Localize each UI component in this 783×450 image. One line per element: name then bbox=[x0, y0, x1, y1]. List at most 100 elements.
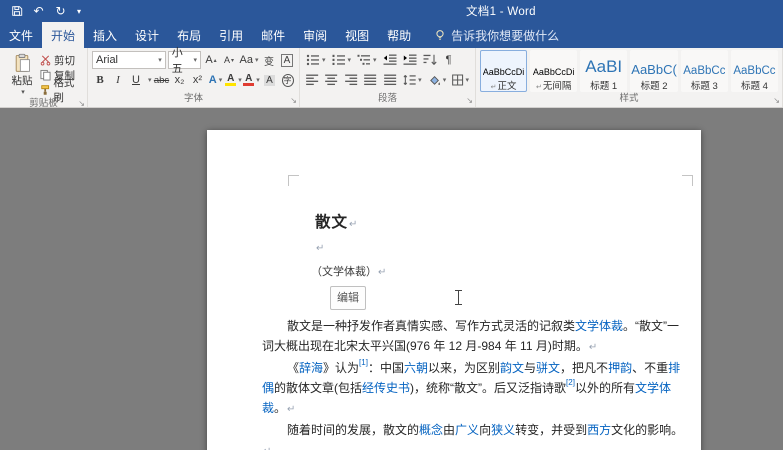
tab-references[interactable]: 引用 bbox=[210, 22, 252, 48]
tab-design[interactable]: 设计 bbox=[126, 22, 168, 48]
tab-home[interactable]: 开始 bbox=[42, 22, 84, 48]
underline-button[interactable]: U bbox=[128, 71, 144, 89]
shrink-font-button[interactable]: A▾ bbox=[221, 51, 237, 69]
text-run: 的散体文章(包括 bbox=[274, 381, 362, 395]
align-right-icon bbox=[345, 74, 358, 86]
hyperlink[interactable]: 西方 bbox=[587, 423, 611, 437]
multilevel-list-button[interactable]: ▾ bbox=[355, 51, 379, 69]
style-heading-3[interactable]: AaBbCc 标题 3 bbox=[681, 50, 728, 92]
document-page[interactable]: 散文↵↵（文学体裁）↵编辑散文是一种抒发作者真情实感、写作方式灵活的记叙类文学体… bbox=[207, 130, 701, 450]
ribbon: 粘贴 ▾ 剪切 bbox=[0, 48, 783, 108]
hyperlink[interactable]: 押韵 bbox=[608, 361, 632, 375]
dialog-launcher-icon[interactable]: ↘ bbox=[290, 97, 297, 105]
char-shading-glyph: A bbox=[264, 75, 275, 86]
tab-review[interactable]: 审阅 bbox=[294, 22, 336, 48]
chevron-down-icon: ▾ bbox=[256, 76, 260, 84]
tab-mailings[interactable]: 邮件 bbox=[252, 22, 294, 48]
style-heading-1[interactable]: AaBI 标题 1 bbox=[580, 50, 627, 92]
tab-file[interactable]: 文件 bbox=[0, 22, 42, 48]
font-name-select[interactable]: Arial ▾ bbox=[92, 51, 166, 69]
change-case-glyph: Aa bbox=[240, 54, 253, 66]
numbering-button[interactable]: ▾ bbox=[330, 51, 354, 69]
hyperlink[interactable]: 概念 bbox=[419, 423, 443, 437]
hyperlink[interactable]: 六朝 bbox=[404, 361, 428, 375]
hyperlink[interactable]: [2] bbox=[566, 378, 575, 387]
save-icon[interactable] bbox=[7, 2, 26, 20]
hyperlink[interactable]: [1] bbox=[359, 358, 368, 367]
change-case-button[interactable]: Aa▾ bbox=[239, 51, 259, 69]
hyperlink[interactable]: 韵文 bbox=[500, 361, 524, 375]
dialog-launcher-icon[interactable]: ↘ bbox=[773, 97, 780, 105]
italic-button[interactable]: I bbox=[110, 71, 126, 89]
paragraph-mark-icon: ↵ bbox=[349, 219, 358, 230]
cut-button[interactable]: 剪切 bbox=[40, 53, 83, 67]
undo-icon[interactable]: ↶ bbox=[29, 2, 48, 20]
superscript-button[interactable]: x² bbox=[190, 71, 206, 89]
paste-label: 粘贴 bbox=[11, 73, 32, 88]
hyperlink[interactable]: 狭义 bbox=[491, 423, 515, 437]
text-run: )，统称“散文”。后又泛指 bbox=[410, 381, 542, 395]
shading-button[interactable]: ▾ bbox=[426, 71, 449, 89]
style-heading-2[interactable]: AaBbC( 标题 2 bbox=[630, 50, 678, 92]
align-left-button[interactable] bbox=[304, 71, 321, 89]
text-effects-button[interactable]: A▾ bbox=[208, 71, 224, 89]
chevron-down-icon[interactable]: ▾ bbox=[148, 76, 152, 84]
word-window: ↶ ↻ ▾ 文档1 - Word 文件 开始 插入 设计 布局 引用 邮件 审阅… bbox=[0, 0, 783, 450]
style-heading-4[interactable]: AaBbCc 标题 4 bbox=[731, 50, 778, 92]
text-run: 以外的所有 bbox=[575, 381, 635, 395]
lightbulb-icon bbox=[434, 29, 446, 41]
hyperlink[interactable]: 辞海 bbox=[299, 361, 323, 375]
align-center-button[interactable] bbox=[323, 71, 340, 89]
hyperlink[interactable]: 经传史书 bbox=[362, 381, 410, 395]
style-preview: AaBbCcDi bbox=[483, 51, 525, 78]
font-size-select[interactable]: 小五 ▾ bbox=[168, 51, 201, 69]
paste-button[interactable]: 粘贴 ▾ bbox=[4, 51, 40, 97]
document-canvas: 散文↵↵（文学体裁）↵编辑散文是一种抒发作者真情实感、写作方式灵活的记叙类文学体… bbox=[0, 108, 783, 450]
margin-crop-mark bbox=[288, 175, 299, 186]
strikethrough-button[interactable]: abc bbox=[154, 71, 170, 89]
redo-icon[interactable]: ↻ bbox=[51, 2, 70, 20]
style-name: 正文 bbox=[497, 81, 516, 92]
text-run: 《 bbox=[287, 361, 299, 375]
multilevel-list-icon bbox=[357, 54, 371, 66]
hyperlink[interactable]: 骈文 bbox=[536, 361, 560, 375]
character-shading-button[interactable]: A bbox=[262, 71, 278, 89]
grow-font-button[interactable]: A▴ bbox=[203, 51, 219, 69]
hyperlink[interactable]: 广义 bbox=[455, 423, 479, 437]
dialog-launcher-icon[interactable]: ↘ bbox=[466, 97, 473, 105]
numbered-list-icon bbox=[332, 54, 346, 66]
line-spacing-button[interactable]: ▾ bbox=[401, 71, 424, 89]
character-border-button[interactable]: A bbox=[279, 51, 295, 69]
phonetic-guide-button[interactable]: 变 bbox=[261, 51, 277, 69]
tab-insert[interactable]: 插入 bbox=[84, 22, 126, 48]
bullets-button[interactable]: ▾ bbox=[304, 51, 328, 69]
window-title: 文档1 - Word bbox=[466, 0, 536, 22]
increase-indent-button[interactable] bbox=[401, 51, 419, 69]
show-hide-marks-button[interactable]: ¶ bbox=[441, 51, 457, 69]
tab-help[interactable]: 帮助 bbox=[378, 22, 420, 48]
distribute-button[interactable] bbox=[382, 71, 399, 89]
hyperlink[interactable]: 文学体裁 bbox=[575, 319, 623, 333]
style-no-spacing[interactable]: AaBbCcDi ↵无间隔 bbox=[530, 50, 577, 92]
style-normal[interactable]: AaBbCcDi ↵正文 bbox=[480, 50, 527, 92]
sort-button[interactable] bbox=[421, 51, 439, 69]
bold-button[interactable]: B bbox=[92, 71, 108, 89]
align-right-button[interactable] bbox=[343, 71, 360, 89]
justify-button[interactable] bbox=[362, 71, 379, 89]
tell-me-box[interactable]: 告诉我你想要做什么 bbox=[434, 22, 559, 48]
borders-button[interactable]: ▾ bbox=[450, 71, 471, 89]
format-painter-button[interactable]: 格式刷 bbox=[40, 83, 83, 97]
paragraph-group: ▾ ▾ ▾ bbox=[300, 48, 476, 107]
highlight-color-button[interactable]: A ▾ bbox=[226, 71, 242, 89]
subscript-button[interactable]: x₂ bbox=[172, 71, 188, 89]
decrease-indent-button[interactable] bbox=[381, 51, 399, 69]
style-preview: AaBbCc bbox=[683, 51, 725, 78]
enclose-characters-button[interactable]: 字 bbox=[280, 71, 296, 89]
sort-icon bbox=[423, 54, 437, 66]
edit-button[interactable]: 编辑 bbox=[330, 286, 366, 310]
highlight-glyph: A bbox=[227, 74, 234, 83]
customize-qat-icon[interactable]: ▾ bbox=[73, 2, 85, 20]
tab-view[interactable]: 视图 bbox=[336, 22, 378, 48]
dialog-launcher-icon[interactable]: ↘ bbox=[78, 100, 85, 108]
font-color-button[interactable]: A ▾ bbox=[244, 71, 260, 89]
